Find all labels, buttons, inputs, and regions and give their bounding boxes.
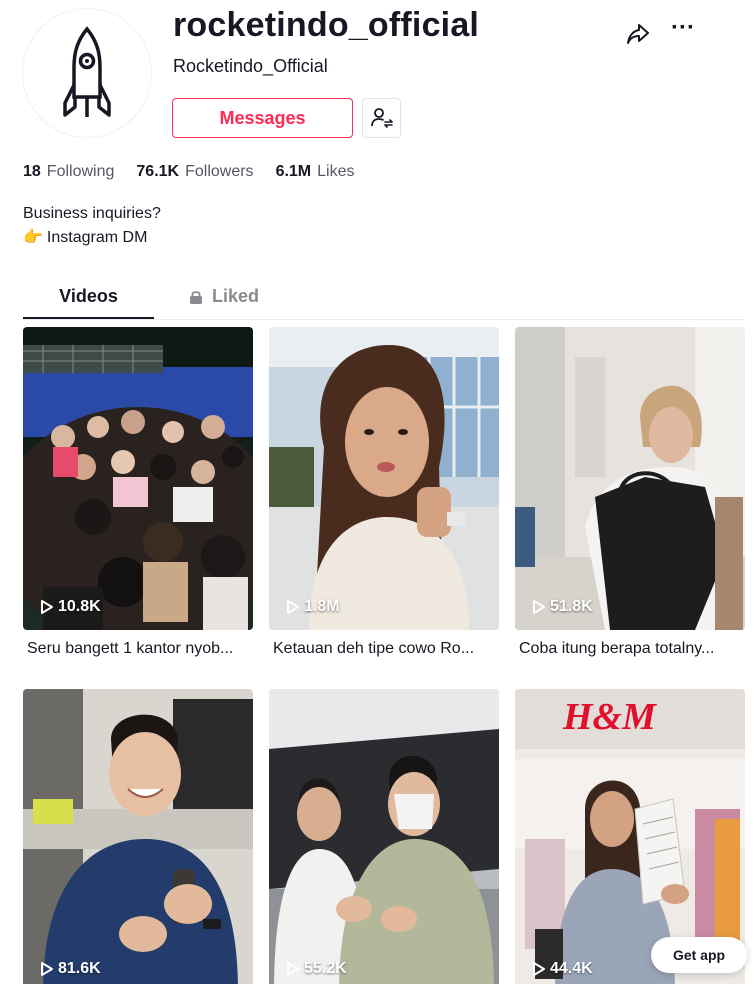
bio-line-2-text: Instagram DM — [46, 229, 148, 246]
stat-likes: 6.1M Likes — [276, 163, 355, 181]
followers-label: Followers — [185, 163, 254, 180]
tab-liked-label: Liked — [212, 286, 260, 306]
view-count-value: 10.8K — [58, 598, 101, 615]
rocket-logo-icon — [63, 26, 111, 117]
view-count: 55.2K — [286, 960, 347, 978]
store-sign-text: H&M — [562, 696, 657, 738]
video-thumbnail-image — [23, 327, 253, 630]
view-count: 81.6K — [40, 960, 101, 978]
view-count-value: 81.6K — [58, 960, 101, 977]
view-count-value: 55.2K — [304, 960, 347, 977]
profile-stats: 18 Following 76.1K Followers 6.1M Likes — [23, 163, 377, 181]
video-thumbnail[interactable]: 10.8K — [23, 327, 253, 630]
stat-following[interactable]: 18 Following — [23, 163, 114, 181]
likes-label: Likes — [317, 163, 355, 180]
play-icon — [41, 600, 53, 614]
view-count: 44.4K — [532, 960, 593, 978]
bio-line-2: 👉 Instagram DM — [23, 226, 161, 250]
share-icon — [627, 24, 649, 44]
more-options-button[interactable]: ··· — [668, 16, 698, 46]
view-count-value: 51.8K — [550, 598, 593, 615]
tab-liked[interactable]: Liked — [188, 286, 259, 307]
following-count: 18 — [23, 163, 41, 180]
video-thumbnail[interactable]: 81.6K — [23, 689, 253, 984]
active-tab-indicator — [23, 317, 154, 319]
view-count: 51.8K — [532, 598, 593, 616]
messages-button[interactable]: Messages — [172, 98, 353, 138]
video-caption[interactable]: Seru bangett 1 kantor nyob... — [27, 640, 253, 658]
profile-tabs: Videos Liked — [23, 280, 745, 320]
play-icon — [287, 962, 299, 976]
play-icon — [533, 962, 545, 976]
play-icon — [41, 962, 53, 976]
video-thumbnail[interactable]: 1.8M — [269, 327, 499, 630]
stat-followers[interactable]: 76.1K Followers — [136, 163, 253, 181]
follow-user-button[interactable] — [362, 98, 401, 138]
nickname: Rocketindo_Official — [173, 56, 328, 76]
bio: Business inquiries? 👉 Instagram DM — [23, 202, 161, 250]
username: rocketindo_official — [173, 6, 480, 44]
video-caption[interactable]: Ketauan deh tipe cowo Ro... — [273, 640, 499, 658]
video-thumbnail[interactable]: 55.2K — [269, 689, 499, 984]
get-app-button[interactable]: Get app — [651, 937, 747, 973]
bio-line-1: Business inquiries? — [23, 205, 161, 222]
share-button[interactable] — [624, 20, 652, 48]
video-thumbnail-image — [269, 327, 499, 630]
view-count-value: 1.8M — [304, 598, 340, 615]
video-thumbnail-image — [515, 327, 745, 630]
view-count: 10.8K — [40, 598, 101, 616]
following-label: Following — [46, 163, 115, 180]
video-thumbnail[interactable]: 51.8K — [515, 327, 745, 630]
likes-count: 6.1M — [275, 163, 312, 180]
video-thumbnail-image — [269, 689, 499, 984]
view-count: 1.8M — [286, 598, 340, 616]
user-follow-icon — [370, 108, 393, 128]
play-icon — [533, 600, 545, 614]
pointing-hand-icon: 👉 — [23, 229, 43, 246]
avatar — [22, 8, 152, 138]
lock-icon — [190, 290, 202, 304]
followers-count: 76.1K — [136, 163, 180, 180]
view-count-value: 44.4K — [550, 960, 593, 977]
video-caption[interactable]: Coba itung berapa totalny... — [519, 640, 745, 658]
play-icon — [287, 600, 299, 614]
tab-videos[interactable]: Videos — [23, 286, 154, 307]
video-thumbnail-image — [23, 689, 253, 984]
ellipsis-icon: ··· — [671, 14, 695, 41]
